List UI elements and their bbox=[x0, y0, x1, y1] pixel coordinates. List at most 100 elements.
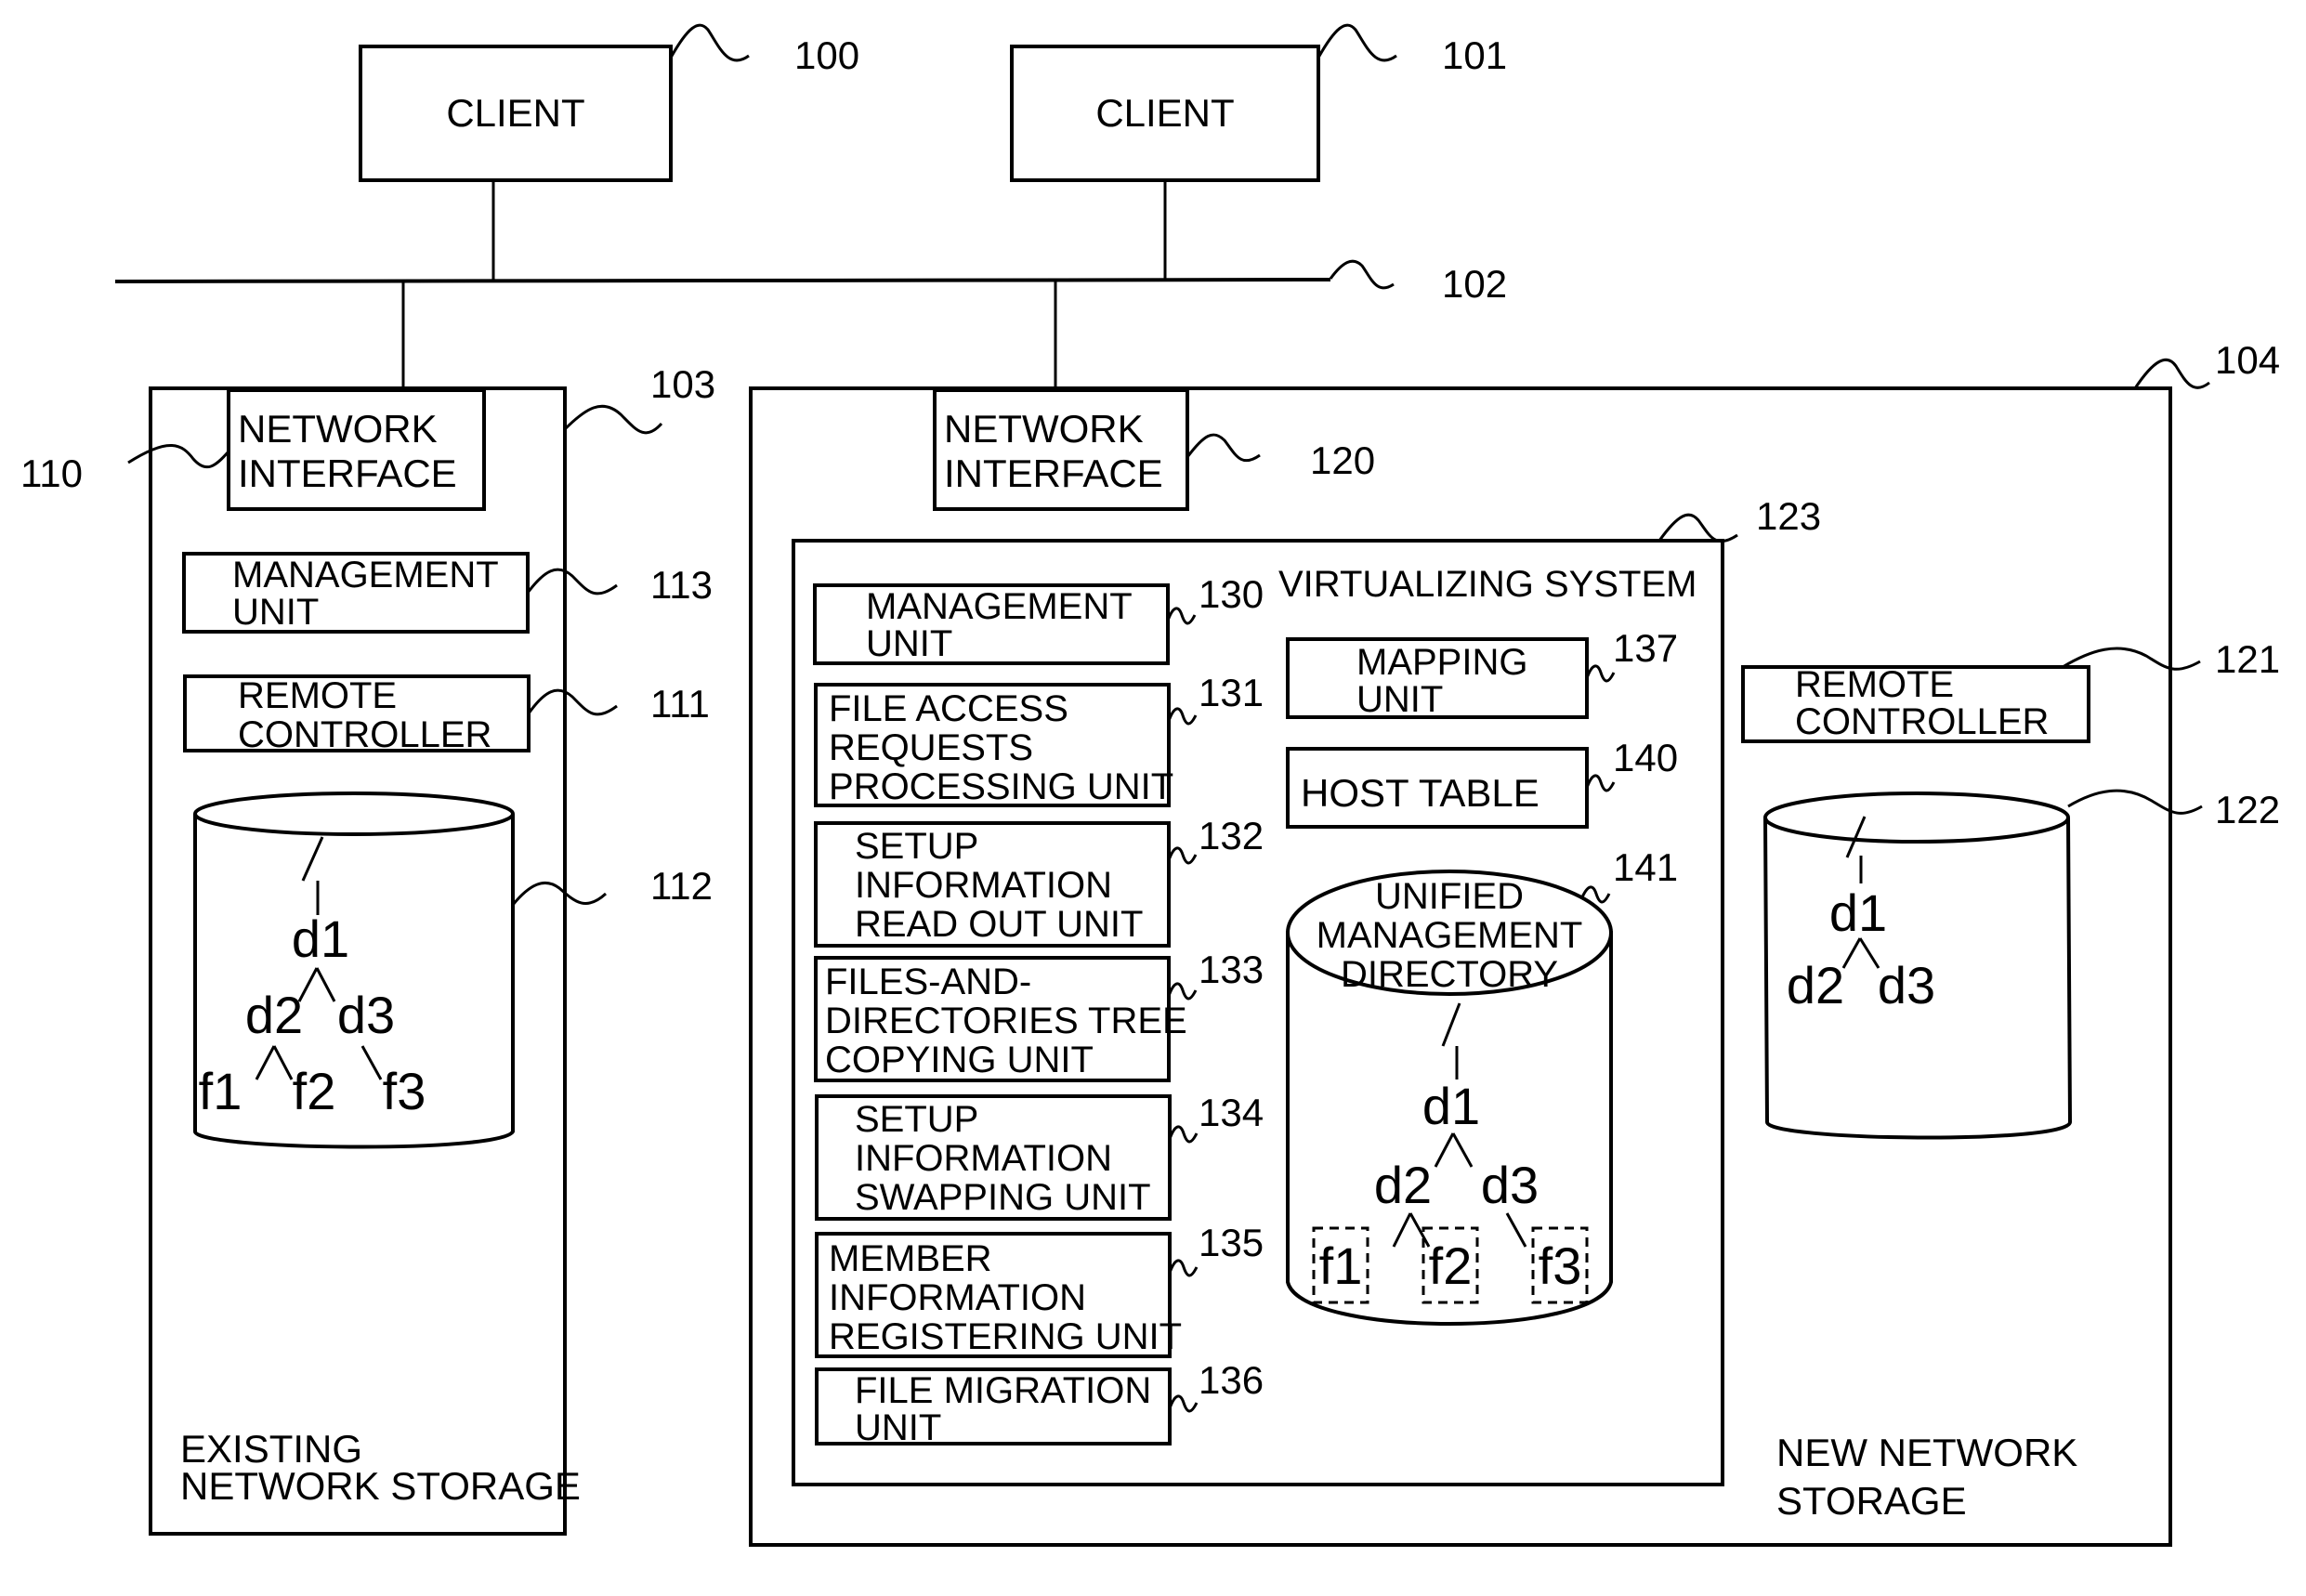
directory-label-line1: UNIFIED bbox=[1375, 876, 1524, 917]
ref-number: 110 bbox=[20, 451, 83, 495]
ref-number: 134 bbox=[1199, 1091, 1264, 1134]
ref-number: 122 bbox=[2215, 788, 2280, 831]
tree-node-d2: d2 bbox=[1787, 956, 1844, 1014]
tree-node-f3: f3 bbox=[383, 1062, 426, 1120]
new-network-storage: 104 NETWORK INTERFACE 120 REMOTE CONTROL… bbox=[749, 338, 2280, 1547]
ref-number: 104 bbox=[2215, 338, 2280, 382]
ref-number: 131 bbox=[1199, 671, 1264, 714]
client-label: CLIENT bbox=[446, 91, 584, 135]
unit-label-line2: INFORMATION bbox=[855, 865, 1112, 906]
disk-body bbox=[193, 814, 515, 1149]
virtualizing-system-123: 123 VIRTUALIZING SYSTEM MANAGEMENT UNIT … bbox=[792, 494, 1821, 1486]
client-101: CLIENT 101 bbox=[1010, 23, 1507, 182]
ref-number: 113 bbox=[650, 563, 713, 607]
unit-label-line2: INFORMATION bbox=[829, 1277, 1086, 1318]
disk-112: 112 d1 d2 d3 f1 f2 f3 bbox=[193, 791, 713, 1149]
unit-label-line3: COPYING UNIT bbox=[825, 1040, 1094, 1080]
tree-node-f1: f1 bbox=[1319, 1236, 1363, 1295]
tree-node-d1: d1 bbox=[1422, 1077, 1480, 1135]
management-unit-113: MANAGEMENT UNIT 113 bbox=[182, 552, 713, 634]
client-100: CLIENT 100 bbox=[359, 23, 859, 182]
ref-number: 103 bbox=[650, 362, 715, 406]
network-interface-label-line2: INTERFACE bbox=[944, 451, 1163, 495]
ref-number: 140 bbox=[1613, 736, 1678, 779]
unit-label-line2: UNIT bbox=[866, 623, 952, 664]
unit-label-line3: PROCESSING UNIT bbox=[829, 766, 1173, 807]
ref-number: 100 bbox=[794, 33, 859, 77]
new-storage-title-line2: STORAGE bbox=[1776, 1479, 1967, 1523]
tree-node-f3: f3 bbox=[1539, 1236, 1582, 1295]
ref-number: 137 bbox=[1613, 626, 1678, 670]
unit-label-line2: UNIT bbox=[855, 1407, 941, 1448]
leader-line bbox=[1317, 23, 1397, 62]
ref-number: 133 bbox=[1199, 948, 1264, 991]
network-102: 102 bbox=[114, 180, 1507, 388]
tree-node-d3: d3 bbox=[337, 986, 395, 1044]
tree-node-f2: f2 bbox=[293, 1062, 336, 1120]
ref-number: 102 bbox=[1442, 262, 1507, 306]
client-label: CLIENT bbox=[1095, 91, 1234, 135]
ref-number: 112 bbox=[650, 864, 713, 908]
network-storage-diagram: CLIENT 100 CLIENT 101 102 103 NETWORK IN… bbox=[20, 23, 2280, 1547]
tree-node-f2: f2 bbox=[1429, 1236, 1473, 1295]
unit-label-line1: FILE MIGRATION bbox=[855, 1370, 1151, 1411]
ref-number: 120 bbox=[1310, 438, 1375, 482]
host-table-label: HOST TABLE bbox=[1301, 771, 1540, 815]
unit-label-line2: DIRECTORIES TREE bbox=[825, 1001, 1187, 1041]
ref-number: 135 bbox=[1199, 1221, 1264, 1264]
disk-top bbox=[1763, 791, 2070, 844]
leader-line bbox=[563, 404, 663, 435]
tree-node-d1: d1 bbox=[292, 909, 349, 968]
directory-label-line3: DIRECTORY bbox=[1341, 954, 1558, 995]
tree-node-f1: f1 bbox=[199, 1062, 242, 1120]
ref-number: 136 bbox=[1199, 1358, 1264, 1402]
tree-node-d3: d3 bbox=[1481, 1156, 1539, 1214]
tree-node-d2: d2 bbox=[1374, 1156, 1432, 1214]
mapping-unit-label-line2: UNIT bbox=[1356, 679, 1443, 720]
existing-storage-title-line2: NETWORK STORAGE bbox=[180, 1464, 581, 1508]
tree-node-d1: d1 bbox=[1829, 883, 1887, 942]
unit-label-line1: MANAGEMENT bbox=[866, 586, 1133, 627]
ref-number: 132 bbox=[1199, 814, 1264, 857]
ref-number: 111 bbox=[650, 682, 710, 726]
unit-label-line2: INFORMATION bbox=[855, 1138, 1112, 1179]
leader-line bbox=[1329, 259, 1395, 290]
tree-node-d3: d3 bbox=[1878, 956, 1935, 1014]
leader-line bbox=[669, 23, 750, 62]
ref-number: 141 bbox=[1613, 845, 1678, 889]
network-interface-label-line1: NETWORK bbox=[944, 407, 1144, 451]
disk-122: 122 d1 d2 d3 bbox=[1763, 788, 2280, 1140]
unit-label-line3: REGISTERING UNIT bbox=[829, 1316, 1182, 1357]
management-unit-label-line2: UNIT bbox=[232, 592, 319, 633]
disk-top bbox=[193, 791, 515, 836]
unit-label-line1: FILES-AND- bbox=[825, 962, 1031, 1002]
unit-label-line3: READ OUT UNIT bbox=[855, 904, 1143, 945]
network-interface-label-line2: INTERFACE bbox=[238, 451, 457, 495]
virtualizing-system-title: VIRTUALIZING SYSTEM bbox=[1278, 564, 1697, 605]
unit-label-line1: SETUP bbox=[855, 826, 978, 867]
network-interface-110: NETWORK INTERFACE 110 bbox=[20, 388, 486, 511]
ref-number: 130 bbox=[1199, 572, 1264, 616]
unit-label-line3: SWAPPING UNIT bbox=[855, 1177, 1151, 1218]
ref-number: 123 bbox=[1756, 494, 1821, 538]
unit-label-line1: MEMBER bbox=[829, 1238, 992, 1279]
tree-node-d2: d2 bbox=[245, 986, 303, 1044]
unit-label-line1: FILE ACCESS bbox=[829, 688, 1068, 729]
unit-label-line2: REQUESTS bbox=[829, 727, 1033, 768]
remote-controller-111: REMOTE CONTROLLER 111 bbox=[183, 674, 710, 755]
ref-number: 121 bbox=[2215, 637, 2280, 681]
network-interface-label-line1: NETWORK bbox=[238, 407, 438, 451]
new-storage-title-line1: NEW NETWORK bbox=[1776, 1431, 2077, 1474]
unit-label-line1: SETUP bbox=[855, 1099, 978, 1140]
ref-number: 101 bbox=[1442, 33, 1507, 77]
remote-controller-label-line2: CONTROLLER bbox=[238, 714, 491, 755]
management-unit-label-line1: MANAGEMENT bbox=[232, 555, 499, 595]
remote-controller-label-line2: CONTROLLER bbox=[1795, 701, 2049, 742]
directory-label-line2: MANAGEMENT bbox=[1317, 915, 1583, 956]
existing-network-storage: 103 NETWORK INTERFACE 110 MANAGEMENT UNI… bbox=[20, 362, 715, 1536]
network-bus-line bbox=[114, 278, 1331, 283]
remote-controller-label-line1: REMOTE bbox=[238, 675, 397, 716]
remote-controller-label-line1: REMOTE bbox=[1795, 664, 1954, 705]
mapping-unit-label-line1: MAPPING bbox=[1356, 642, 1527, 683]
leader-line bbox=[2133, 358, 2210, 389]
